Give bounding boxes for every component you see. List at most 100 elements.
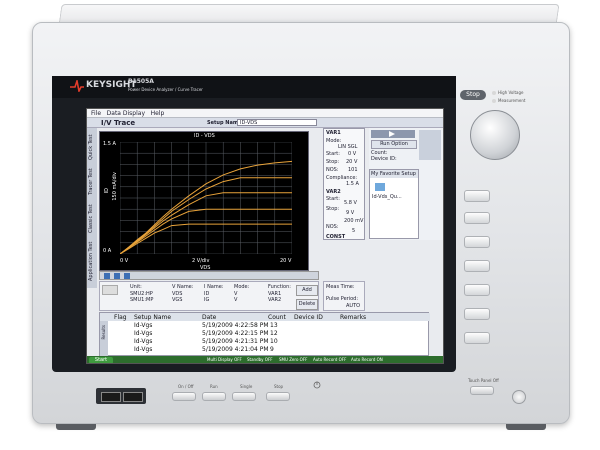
delete-unit-button[interactable]: Delete bbox=[296, 299, 318, 310]
col-count[interactable]: Count bbox=[268, 314, 286, 321]
table-row[interactable]: Id-Vgs 5/19/2009 4:21:31 PM 10 bbox=[100, 338, 430, 346]
unit-row2-vname[interactable]: VGS bbox=[172, 297, 182, 303]
var2-start-value[interactable]: 5.8 V bbox=[344, 200, 357, 206]
var2-nos-value[interactable]: 5 bbox=[352, 228, 355, 234]
vname-header: V Name: bbox=[172, 284, 194, 290]
unit-row2-mode[interactable]: V bbox=[234, 297, 237, 303]
single-button-label: Single bbox=[240, 384, 253, 389]
stop-hw-button-label: Stop bbox=[274, 384, 284, 389]
unit-header: Unit: bbox=[130, 284, 142, 290]
rotary-knob[interactable] bbox=[470, 110, 520, 160]
stop-hw-button[interactable] bbox=[266, 392, 290, 401]
mode-value[interactable]: LIN SGL bbox=[338, 144, 357, 150]
favorite-setup-header: My Favorite Setup bbox=[370, 170, 418, 178]
row-count: 12 bbox=[270, 330, 278, 337]
compliance-value[interactable]: 1.5 A bbox=[346, 181, 359, 187]
unit-row2-unit[interactable]: SMU1:MP bbox=[130, 297, 153, 303]
softkey-6[interactable] bbox=[464, 308, 490, 320]
col-date[interactable]: Date bbox=[202, 314, 216, 321]
status-auto-record[interactable]: Auto Record OFF bbox=[313, 357, 346, 362]
col-remarks[interactable]: Remarks bbox=[340, 314, 366, 321]
start-value[interactable]: 0 V bbox=[348, 151, 356, 157]
cursor-tool-icon[interactable] bbox=[124, 273, 130, 279]
unit-row2-function[interactable]: VAR2 bbox=[268, 297, 281, 303]
iv-plot bbox=[120, 142, 292, 254]
onoff-button-label: On / Off bbox=[178, 384, 194, 389]
table-row[interactable]: Id-Vgs 5/19/2009 4:22:15 PM 12 bbox=[100, 330, 430, 338]
var2-stop-value[interactable]: 9 V bbox=[346, 210, 354, 216]
status-standby[interactable]: Standby OFF bbox=[247, 357, 273, 362]
row-count: 10 bbox=[270, 338, 278, 345]
softkey-3[interactable] bbox=[464, 236, 490, 248]
start-button[interactable]: Start bbox=[89, 357, 113, 363]
meas-time-label: Meas Time: bbox=[326, 284, 355, 290]
tab-application-test[interactable]: Application Test bbox=[88, 241, 96, 280]
tab-quick-test[interactable]: Quick Test bbox=[88, 134, 96, 160]
power-symbol-icon bbox=[313, 381, 321, 389]
x-scale-label: 2 V/div bbox=[192, 258, 210, 264]
var2-header: VAR2 bbox=[326, 189, 341, 195]
measurement-timing-panel: Meas Time: Pulse Period: AUTO bbox=[323, 281, 365, 311]
softkey-7[interactable] bbox=[464, 332, 490, 344]
pulse-period-value[interactable]: AUTO bbox=[346, 303, 360, 309]
softkey-5[interactable] bbox=[464, 284, 490, 296]
run-hw-button[interactable] bbox=[202, 392, 226, 401]
var2-step-value[interactable]: 200 mV bbox=[344, 218, 363, 224]
softkey-2[interactable] bbox=[464, 212, 490, 224]
graph-title: ID - VDS bbox=[194, 133, 215, 139]
menu-help[interactable]: Help bbox=[151, 110, 165, 117]
favorite-setup-panel: My Favorite Setup Id-Vds_Qu... bbox=[369, 169, 419, 239]
power-button[interactable] bbox=[512, 390, 526, 404]
var1-header: VAR1 bbox=[326, 130, 341, 136]
unit-row2-iname[interactable]: IG bbox=[204, 297, 209, 303]
status-smu-zero[interactable]: SMU Zero OFF bbox=[279, 357, 307, 362]
results-header-row: Flag Setup Name Date Count Device ID Rem… bbox=[100, 313, 430, 321]
menu-data-display[interactable]: Data Display bbox=[107, 110, 145, 117]
run-option-button[interactable]: Run Option bbox=[371, 140, 417, 149]
col-setup-name[interactable]: Setup Name bbox=[134, 314, 171, 321]
keysight-logo-icon bbox=[70, 80, 84, 92]
row-setup-name: Id-Vgs bbox=[134, 330, 153, 337]
col-device-id[interactable]: Device ID bbox=[294, 314, 323, 321]
onoff-hw-button[interactable] bbox=[172, 392, 196, 401]
stop-button[interactable]: Stop bbox=[460, 90, 486, 100]
tab-classic-test[interactable]: Classic Test bbox=[88, 204, 96, 233]
touch-screen[interactable]: File Data Display Help I/V Trace Setup N… bbox=[86, 108, 444, 364]
start-label: Start: bbox=[326, 151, 340, 157]
single-run-button[interactable] bbox=[371, 130, 415, 138]
softkey-4[interactable] bbox=[464, 260, 490, 272]
model-subtitle: Power Device Analyzer / Curve Tracer bbox=[128, 87, 203, 92]
touch-panel-off-button[interactable] bbox=[470, 386, 494, 395]
unit-select-button[interactable] bbox=[102, 285, 118, 295]
display-toggle-buttons[interactable] bbox=[419, 130, 441, 160]
menu-file[interactable]: File bbox=[91, 110, 101, 117]
x-right-label: 20 V bbox=[280, 258, 292, 264]
tab-tracer-test[interactable]: Tracer Test bbox=[88, 169, 96, 196]
foot-left bbox=[56, 424, 96, 430]
col-flag[interactable]: Flag bbox=[114, 314, 127, 321]
row-setup-name: Id-Vgs bbox=[134, 346, 153, 353]
usb-port-2[interactable] bbox=[123, 392, 143, 402]
add-unit-button[interactable]: Add bbox=[296, 285, 318, 296]
setup-name-field[interactable]: ID-VDS bbox=[237, 119, 317, 126]
model-block: B1505A Power Device Analyzer / Curve Tra… bbox=[128, 78, 203, 94]
zoom-tool-icon[interactable] bbox=[104, 273, 110, 279]
y-bottom-label: 0 A bbox=[103, 248, 112, 254]
status-auto-record-on[interactable]: Auto Record ON bbox=[351, 357, 383, 362]
row-setup-name: Id-Vgs bbox=[134, 338, 153, 345]
y-top-label: 1.5 A bbox=[103, 141, 116, 147]
table-row[interactable]: Id-Vgs 5/19/2009 4:22:58 PM 13 bbox=[100, 322, 430, 330]
graph-area: ID - VDS 1.5 A 0 A ID 150 mA/div 0 V 2 V… bbox=[99, 131, 309, 271]
single-hw-button[interactable] bbox=[232, 392, 256, 401]
marker-tool-icon[interactable] bbox=[114, 273, 120, 279]
nos-label: NOS: bbox=[326, 167, 339, 173]
table-row[interactable]: Id-Vgs 5/19/2009 4:21:04 PM 9 bbox=[100, 346, 430, 354]
stop-value[interactable]: 20 V bbox=[346, 159, 357, 165]
usb-port-1[interactable] bbox=[101, 392, 121, 402]
title-bar: I/V Trace Setup Name: ID-VDS bbox=[87, 118, 443, 128]
x-left-label: 0 V bbox=[120, 258, 129, 264]
favorite-setup-item[interactable]: Id-Vds_Qu... bbox=[372, 194, 402, 200]
status-multi-display[interactable]: Multi Display OFF bbox=[207, 357, 242, 362]
softkey-1[interactable] bbox=[464, 190, 490, 202]
nos-value[interactable]: 101 bbox=[348, 167, 358, 173]
